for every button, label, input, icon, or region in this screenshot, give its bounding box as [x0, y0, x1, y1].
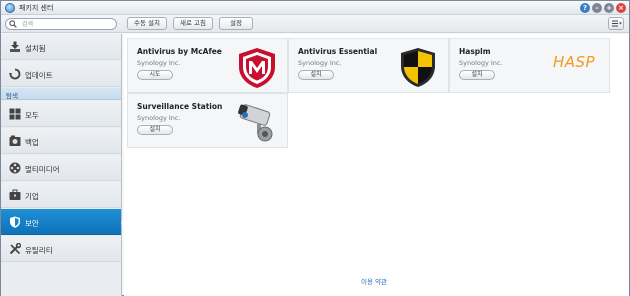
sidebar-item-all[interactable]: 모두 — [1, 101, 121, 127]
package-vendor: Synology Inc. — [298, 59, 342, 67]
refresh-button[interactable]: 새로 고침 — [173, 17, 213, 30]
help-icon[interactable]: ? — [580, 3, 590, 13]
sidebar-item-update[interactable]: 업데이트 — [1, 61, 121, 87]
sidebar-item-label: 유틸리티 — [25, 246, 53, 255]
toolbar: 수동 설치 새로 고침 설정 — [1, 15, 629, 33]
try-button[interactable]: 시도 — [137, 70, 173, 80]
sidebar-item-label: 설치됨 — [25, 44, 46, 53]
sidebar-item-multimedia[interactable]: 멀티미디어 — [1, 155, 121, 181]
package-name: Antivirus Essential — [298, 47, 378, 56]
sidebar-item-label: 멀티미디어 — [25, 165, 60, 174]
hasp-logo: HASP — [553, 53, 599, 77]
download-icon — [10, 41, 20, 52]
window-controls: ? – + × — [580, 3, 626, 13]
hasp-logo-text: HASP — [553, 53, 596, 71]
tools-icon — [9, 243, 21, 255]
manual-install-button[interactable]: 수동 설치 — [127, 17, 167, 30]
terms-link[interactable]: 이용 약관 — [361, 276, 387, 286]
backup-icon — [9, 135, 21, 146]
package-tile-surveillance-station[interactable]: Surveillance Station Synology Inc. 설치 — [127, 93, 288, 148]
package-name: Hasplm — [459, 47, 491, 56]
sidebar-item-label: 보안 — [25, 219, 39, 228]
package-name: Surveillance Station — [137, 102, 223, 111]
window-title: 패키지 센터 — [19, 4, 54, 12]
package-tile-hasplm[interactable]: Hasplm Synology Inc. 설치 HASP — [449, 38, 610, 93]
maximize-icon[interactable]: + — [604, 3, 614, 13]
section-label: 탐색 — [6, 92, 18, 100]
camera-logo — [238, 104, 273, 142]
settings-button[interactable]: 설정 — [219, 17, 253, 30]
sidebar-item-label: 백업 — [25, 138, 39, 147]
install-button[interactable]: 설치 — [298, 70, 334, 80]
search-icon — [9, 20, 17, 28]
title-bar: 패키지 센터 ? – + × — [1, 1, 629, 15]
section-header-explore: 탐색 — [1, 88, 121, 100]
search-input[interactable] — [22, 19, 114, 29]
package-vendor: Synology Inc. — [137, 114, 181, 122]
package-name: Antivirus by McAfee — [137, 47, 222, 56]
sidebar-item-business[interactable]: 기업 — [1, 182, 121, 208]
package-center-icon — [5, 3, 15, 13]
film-icon — [9, 162, 21, 174]
briefcase-icon — [9, 189, 21, 200]
refresh-icon — [9, 68, 21, 80]
package-center-window: 패키지 센터 ? – + × 수동 설치 새로 고침 설정 — [0, 0, 630, 296]
view-menu-button[interactable] — [608, 17, 624, 30]
sidebar-item-security[interactable]: 보안 — [1, 209, 127, 235]
sidebar-item-label: 업데이트 — [25, 71, 53, 80]
sidebar-item-installed[interactable]: 설치됨 — [1, 34, 121, 60]
sidebar-item-label: 기업 — [25, 192, 39, 201]
mcafee-shield-logo — [239, 48, 275, 88]
package-list: Antivirus by McAfee Synology Inc. 시도 Ant… — [124, 34, 629, 296]
shield-logo — [401, 48, 435, 87]
package-vendor: Synology Inc. — [137, 59, 181, 67]
shield-icon — [10, 216, 20, 228]
search-box[interactable] — [5, 18, 117, 30]
sidebar-item-backup[interactable]: 백업 — [1, 128, 121, 154]
sidebar-item-label: 모두 — [25, 111, 39, 120]
package-vendor: Synology Inc. — [459, 59, 503, 67]
minimize-icon[interactable]: – — [592, 3, 602, 13]
sidebar-item-utilities[interactable]: 유틸리티 — [1, 236, 121, 262]
package-tile-antivirus-essential[interactable]: Antivirus Essential Synology Inc. 설치 — [288, 38, 449, 93]
install-button[interactable]: 설치 — [459, 70, 495, 80]
grid-icon — [9, 108, 21, 120]
sidebar: 설치됨 업데이트 탐색 모두 백업 멀티미디어 기업 보안 유틸리티 — [1, 34, 127, 296]
install-button[interactable]: 설치 — [137, 125, 173, 135]
close-icon[interactable]: × — [616, 3, 626, 13]
list-view-icon — [612, 20, 622, 27]
package-tile-mcafee[interactable]: Antivirus by McAfee Synology Inc. 시도 — [127, 38, 288, 93]
